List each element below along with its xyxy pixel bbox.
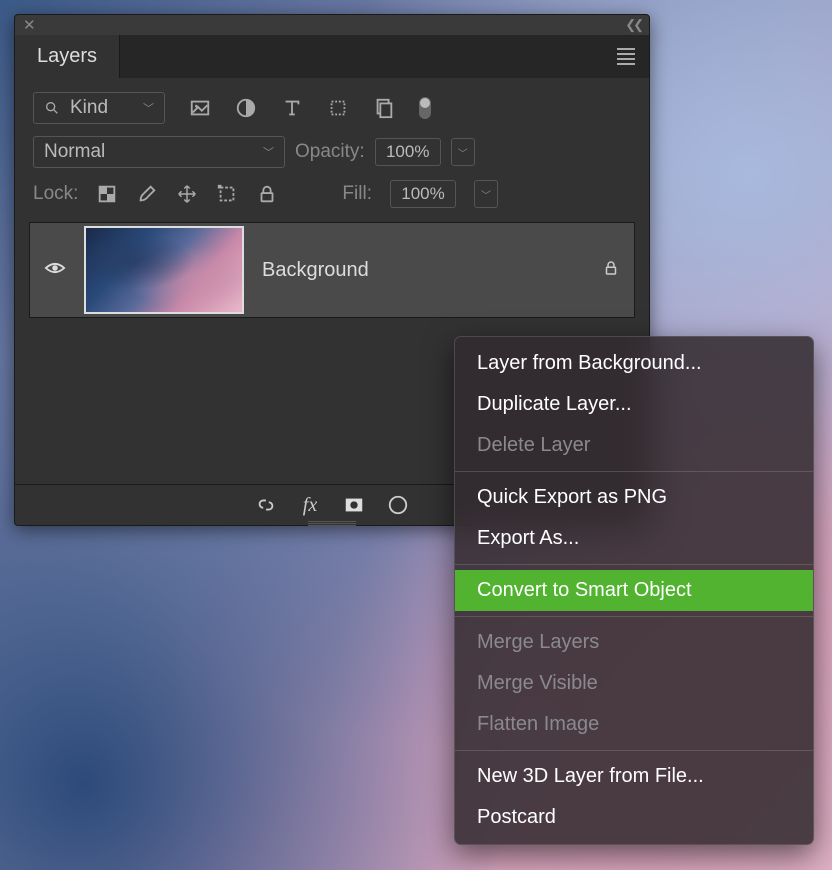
resize-grip[interactable] bbox=[308, 521, 356, 526]
ctx-separator bbox=[455, 564, 813, 565]
fill-input[interactable]: 100% bbox=[390, 180, 456, 208]
filter-toggle[interactable] bbox=[419, 97, 431, 119]
ctx-item[interactable]: Convert to Smart Object bbox=[455, 570, 813, 611]
filter-pixel-icon[interactable] bbox=[189, 97, 211, 119]
lock-label: Lock: bbox=[33, 183, 78, 205]
lock-row: Lock: Fill: 100% ﹀ bbox=[15, 174, 649, 222]
fx-icon[interactable]: fx bbox=[299, 494, 321, 516]
visibility-icon[interactable] bbox=[44, 257, 66, 284]
ctx-item: Merge Layers bbox=[455, 622, 813, 663]
search-icon bbox=[44, 100, 60, 116]
filter-kind-label: Kind bbox=[70, 97, 108, 119]
filter-shape-icon[interactable] bbox=[327, 97, 349, 119]
blend-mode-select[interactable]: Normal ﹀ bbox=[33, 136, 285, 168]
chevron-down-icon: ﹀ bbox=[263, 144, 274, 160]
ctx-item: Delete Layer bbox=[455, 425, 813, 466]
opacity-input[interactable]: 100% bbox=[375, 138, 441, 166]
ctx-item[interactable]: Layer from Background... bbox=[455, 343, 813, 384]
panel-tabs: Layers bbox=[15, 35, 649, 78]
close-icon[interactable]: ✕ bbox=[23, 16, 36, 34]
filter-adjustment-icon[interactable] bbox=[235, 97, 257, 119]
ctx-item: Merge Visible bbox=[455, 663, 813, 704]
mask-icon[interactable] bbox=[343, 494, 365, 516]
opacity-label: Opacity: bbox=[295, 141, 365, 163]
ctx-item[interactable]: Export As... bbox=[455, 518, 813, 559]
ctx-item[interactable]: New 3D Layer from File... bbox=[455, 756, 813, 797]
lock-position-icon[interactable] bbox=[176, 183, 198, 205]
ctx-item: Flatten Image bbox=[455, 704, 813, 745]
panel-titlebar: ✕ ❮❮ bbox=[15, 15, 649, 35]
ctx-separator bbox=[455, 750, 813, 751]
tab-layers[interactable]: Layers bbox=[15, 35, 120, 78]
lock-transparency-icon[interactable] bbox=[96, 183, 118, 205]
layer-lock-icon[interactable] bbox=[602, 259, 620, 282]
lock-artboard-icon[interactable] bbox=[216, 183, 238, 205]
chevron-down-icon: ﹀ bbox=[143, 100, 154, 116]
ctx-item[interactable]: Duplicate Layer... bbox=[455, 384, 813, 425]
opacity-chevron[interactable]: ﹀ bbox=[451, 138, 475, 166]
link-layers-icon[interactable] bbox=[255, 494, 277, 516]
lock-paint-icon[interactable] bbox=[136, 183, 158, 205]
filter-smartobject-icon[interactable] bbox=[373, 97, 395, 119]
lock-all-icon[interactable] bbox=[256, 183, 278, 205]
fill-chevron[interactable]: ﹀ bbox=[474, 180, 498, 208]
layer-context-menu: Layer from Background...Duplicate Layer.… bbox=[454, 336, 814, 845]
filter-row: Kind ﹀ bbox=[15, 78, 649, 130]
filter-kind-select[interactable]: Kind ﹀ bbox=[33, 92, 165, 124]
ctx-item[interactable]: Postcard bbox=[455, 797, 813, 838]
layer-row-background[interactable]: Background bbox=[29, 222, 635, 318]
layer-name[interactable]: Background bbox=[262, 259, 369, 282]
collapse-icon[interactable]: ❮❮ bbox=[625, 17, 641, 33]
ctx-item[interactable]: Quick Export as PNG bbox=[455, 477, 813, 518]
blend-row: Normal ﹀ Opacity: 100% ﹀ bbox=[15, 130, 649, 174]
panel-menu-icon[interactable] bbox=[603, 48, 649, 65]
filter-type-icon[interactable] bbox=[281, 97, 303, 119]
ctx-separator bbox=[455, 471, 813, 472]
blend-mode-value: Normal bbox=[44, 141, 105, 163]
adjustment-layer-icon[interactable] bbox=[387, 494, 409, 516]
ctx-separator bbox=[455, 616, 813, 617]
layer-thumbnail[interactable] bbox=[84, 226, 244, 314]
fill-label: Fill: bbox=[342, 183, 372, 205]
